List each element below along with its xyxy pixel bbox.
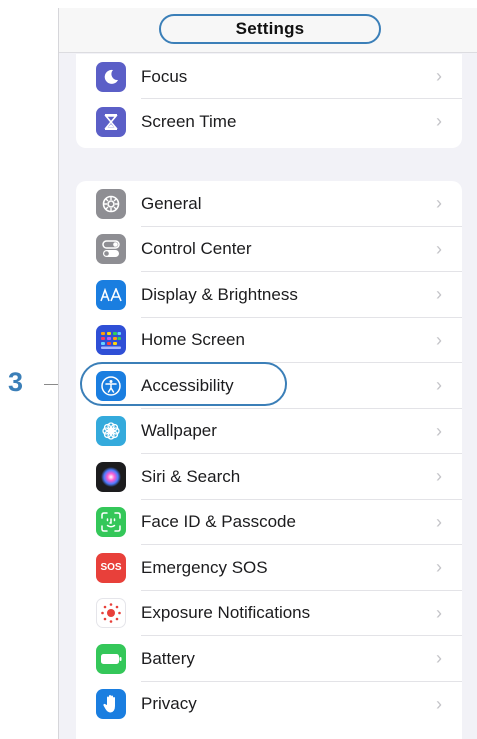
settings-row-screen-time[interactable]: Screen Time › — [76, 99, 462, 144]
chevron-right-icon: › — [436, 193, 442, 214]
chevron-right-icon: › — [436, 602, 442, 623]
page-title: Settings — [235, 19, 305, 38]
navigation-bar: Settings — [59, 8, 477, 53]
accessibility-icon — [96, 370, 126, 401]
row-label: General — [141, 193, 202, 213]
face-id-icon — [96, 507, 126, 538]
chevron-right-icon: › — [436, 420, 442, 441]
chevron-right-icon: › — [436, 466, 442, 487]
settings-panel: Settings Focus › Screen Time › General ›… — [58, 8, 477, 739]
chevron-right-icon: › — [436, 238, 442, 259]
row-label: Face ID & Passcode — [141, 512, 296, 532]
gear-icon — [96, 188, 126, 219]
row-label: Display & Brightness — [141, 284, 298, 304]
row-label: Home Screen — [141, 330, 245, 350]
sos-icon: SOS — [96, 552, 126, 583]
settings-row-privacy[interactable]: Privacy › — [76, 682, 462, 728]
chevron-right-icon: › — [436, 111, 442, 131]
settings-row-battery[interactable]: Battery › — [76, 636, 462, 682]
text-size-icon — [96, 279, 126, 310]
settings-row-wallpaper[interactable]: Wallpaper › — [76, 409, 462, 454]
row-label: Battery — [141, 648, 195, 668]
sos-icon-label: SOS — [100, 562, 122, 574]
moon-icon — [96, 61, 126, 92]
settings-row-home-screen[interactable]: Home Screen › — [76, 318, 462, 363]
row-label: Exposure Notifications — [141, 603, 311, 623]
settings-group-2: General › Control Center › Display & Bri… — [76, 181, 462, 739]
flower-icon — [96, 416, 126, 447]
chevron-right-icon: › — [436, 511, 442, 532]
row-label: Wallpaper — [141, 421, 217, 441]
callout-number: 3 — [8, 367, 24, 397]
settings-row-control-center[interactable]: Control Center › — [76, 227, 462, 272]
settings-row-focus[interactable]: Focus › — [76, 54, 462, 99]
title-highlight: Settings — [159, 14, 381, 44]
chevron-right-icon: › — [436, 329, 442, 350]
chevron-right-icon: › — [436, 375, 442, 396]
settings-row-display-brightness[interactable]: Display & Brightness › — [76, 272, 462, 318]
row-label: Control Center — [141, 239, 252, 259]
hourglass-icon — [96, 106, 126, 137]
row-label: Siri & Search — [141, 466, 241, 486]
settings-row-face-id-passcode[interactable]: Face ID & Passcode › — [76, 500, 462, 545]
hand-icon — [96, 689, 126, 720]
battery-icon — [96, 643, 126, 674]
chevron-right-icon: › — [436, 66, 442, 86]
settings-row-emergency-sos[interactable]: SOS Emergency SOS › — [76, 545, 462, 591]
row-label: Screen Time — [141, 111, 237, 131]
chevron-right-icon: › — [436, 693, 442, 714]
settings-row-exposure-notifications[interactable]: Exposure Notifications › — [76, 591, 462, 636]
screenshot-stage: 3 Settings Focus › Screen Time › General… — [0, 0, 477, 739]
settings-row-accessibility[interactable]: Accessibility › — [76, 363, 462, 409]
app-grid-icon — [96, 325, 126, 356]
settings-row-siri-search[interactable]: Siri & Search › — [76, 454, 462, 500]
toggles-icon — [96, 234, 126, 265]
exposure-icon — [96, 598, 126, 629]
settings-group-1: Focus › Screen Time › — [76, 54, 462, 148]
settings-row-general[interactable]: General › — [76, 181, 462, 227]
row-label: Privacy — [141, 694, 197, 714]
chevron-right-icon: › — [436, 648, 442, 669]
row-label: Focus — [141, 66, 188, 86]
chevron-right-icon: › — [436, 557, 442, 578]
chevron-right-icon: › — [436, 284, 442, 305]
row-label: Accessibility — [141, 375, 234, 395]
row-label: Emergency SOS — [141, 557, 268, 577]
siri-icon — [96, 461, 126, 492]
